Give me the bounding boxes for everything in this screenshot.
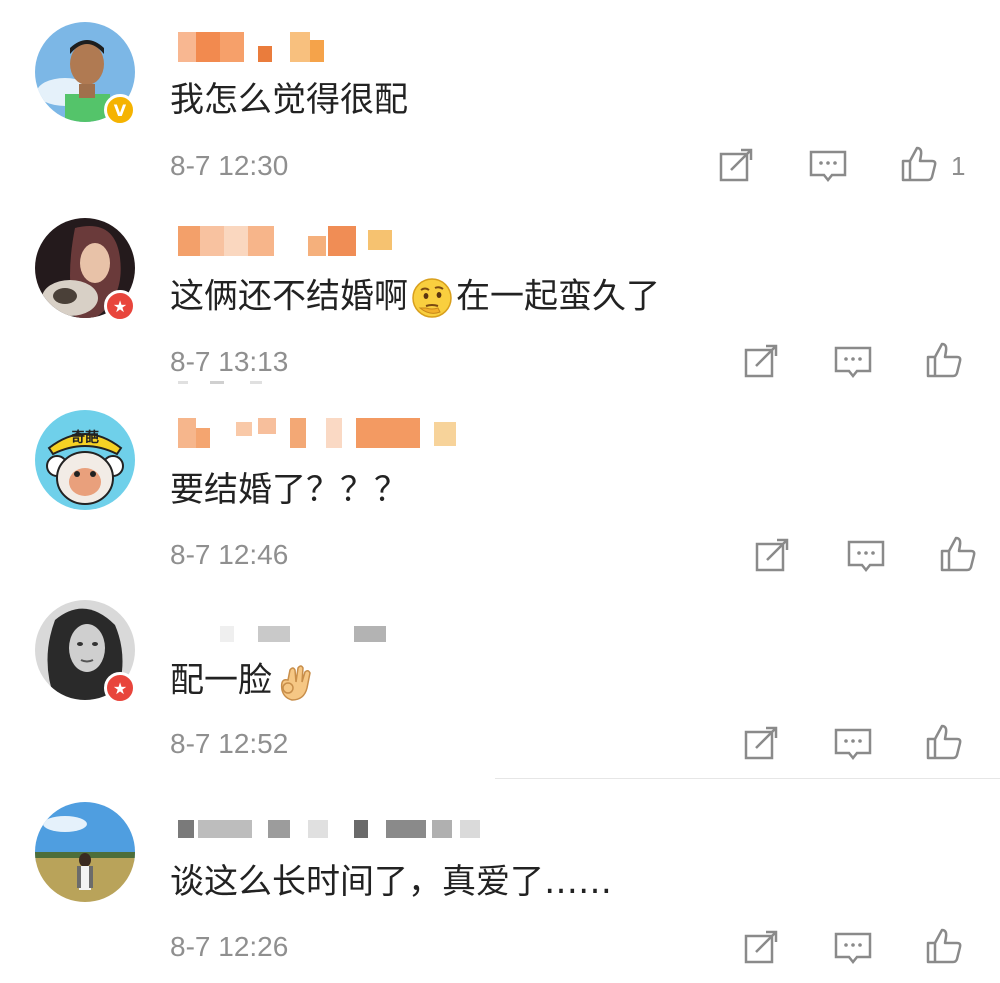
comment-text: 配一脸 [170,660,320,704]
comment-icon[interactable] [833,928,873,968]
comment-timestamp: 8-7 12:30 [170,150,289,181]
share-icon[interactable] [753,536,793,576]
comment-text: 谈这么长时间了，真爱了…… [170,862,612,902]
like-count: 1 [951,151,966,181]
divider [495,778,1000,779]
ok-hand-emoji [280,665,311,701]
comment-icon[interactable] [808,146,848,186]
user-avatar-3[interactable]: 奇葩 [35,410,135,510]
share-icon[interactable] [742,928,782,968]
avatar-hat-label: 奇葩 [71,430,99,446]
username-mosaic[interactable] [178,622,398,652]
like-icon[interactable] [924,340,964,380]
share-icon[interactable] [717,146,757,186]
comment-timestamp: 8-7 12:52 [170,728,289,759]
like-icon[interactable] [938,534,978,574]
username-mosaic[interactable] [178,820,498,850]
like-icon[interactable] [924,926,964,966]
thinking-face-emoji [412,278,452,318]
comment-text-part-2: 在一起蛮久了 [456,276,660,317]
like-icon[interactable] [899,144,939,184]
share-icon[interactable] [742,724,782,764]
comment-text-part-1: 配一脸 [170,660,272,701]
comment-text: 这俩还不结婚啊 在一起蛮久了 [170,276,660,320]
comment-icon[interactable] [833,342,873,382]
comment-text: 要结婚了？？？ [170,470,408,510]
comment-text-part-1: 这俩还不结婚啊 [170,276,408,317]
username-mosaic[interactable] [178,226,408,256]
username-mosaic[interactable] [178,32,328,62]
comment-text: 我怎么觉得很配 [170,80,408,120]
comment-timestamp: 8-7 12:26 [170,931,289,962]
comment-icon[interactable] [846,536,886,576]
member-star-badge: ★ [104,672,136,704]
like-icon[interactable] [924,722,964,762]
username-mosaic[interactable] [178,418,458,448]
comment-icon[interactable] [833,724,873,764]
comment-timestamp: 8-7 13:13 [170,346,289,377]
comment-timestamp: 8-7 12:46 [170,539,289,570]
user-avatar-5[interactable] [35,802,135,902]
member-star-badge: ★ [104,290,136,322]
share-icon[interactable] [742,342,782,382]
verified-v-badge: V [104,94,136,126]
